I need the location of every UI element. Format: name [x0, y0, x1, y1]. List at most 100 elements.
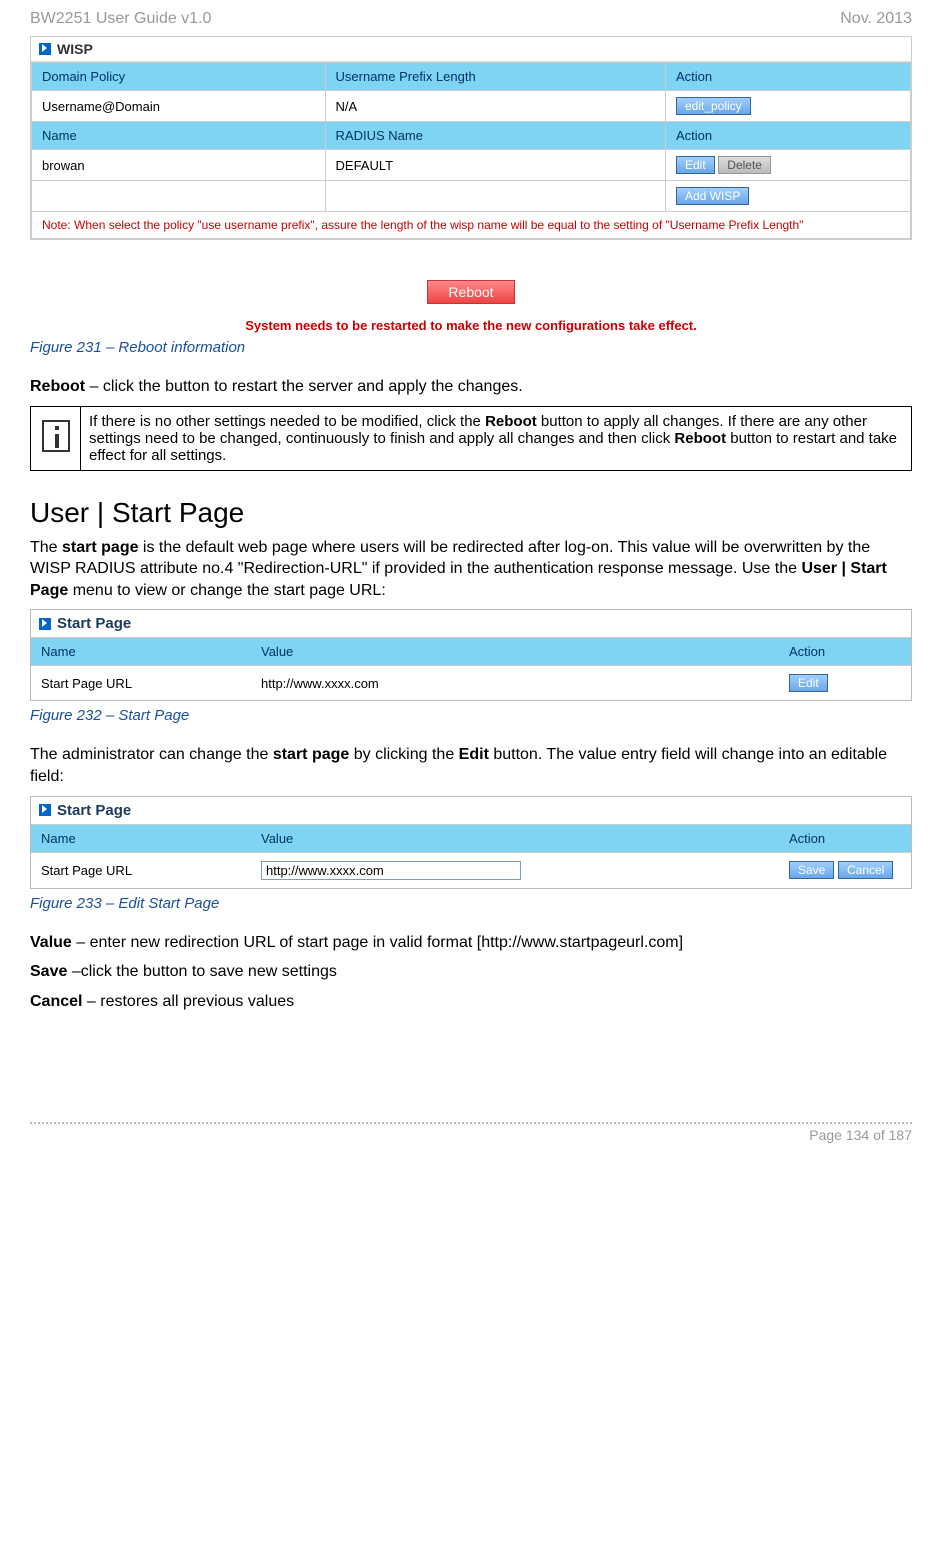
col-radius-name: RADIUS Name	[325, 122, 665, 150]
page-header: BW2251 User Guide v1.0 Nov. 2013	[30, 10, 912, 28]
cancel-line: Cancel – restores all previous values	[30, 991, 912, 1013]
col-domain-policy: Domain Policy	[32, 63, 326, 91]
info-text: If there is no other settings needed to …	[81, 406, 912, 470]
table-row: Add WISP	[32, 181, 911, 212]
editintro-a: The administrator can change the	[30, 746, 273, 763]
editintro-d: Edit	[459, 746, 489, 763]
info-text-a: If there is no other settings needed to …	[89, 413, 485, 430]
info-icon	[42, 420, 70, 452]
save-line: Save –click the button to save new setti…	[30, 961, 912, 983]
cell-action: Edit	[779, 666, 911, 701]
edit-policy-button[interactable]: edit_policy	[676, 97, 751, 115]
table-row: Start Page URL http://www.xxxx.com Edit	[31, 666, 911, 701]
col-action: Action	[665, 122, 910, 150]
editintro-b: start page	[273, 746, 349, 763]
page-footer: Page 134 of 187	[30, 1122, 912, 1143]
doc-date: Nov. 2013	[840, 10, 912, 28]
col-name: Name	[31, 825, 251, 853]
col-value: Value	[251, 638, 779, 666]
reboot-area: Reboot System needs to be restarted to m…	[30, 280, 912, 333]
table-row: Start Page URL Save Cancel	[31, 852, 911, 888]
table-header-row: Name Value Action	[31, 825, 911, 853]
cell-add: Add WISP	[665, 181, 910, 212]
edit-intro: The administrator can change the start p…	[30, 744, 912, 787]
reboot-rest: – click the button to restart the server…	[85, 378, 523, 395]
figure-232-caption: Figure 232 – Start Page	[30, 707, 912, 724]
reboot-description: Reboot – click the button to restart the…	[30, 376, 912, 398]
value-rest: – enter new redirection URL of start pag…	[72, 934, 683, 951]
cell-name: browan	[32, 150, 326, 181]
cell-name: Start Page URL	[31, 852, 251, 888]
cell-value	[251, 852, 779, 888]
info-box: If there is no other settings needed to …	[30, 406, 912, 471]
cell-action: edit_policy	[665, 91, 910, 122]
reboot-button[interactable]: Reboot	[427, 280, 514, 304]
figure-233-caption: Figure 233 – Edit Start Page	[30, 895, 912, 912]
table-header-row: Name RADIUS Name Action	[32, 122, 911, 150]
value-bold: Value	[30, 934, 72, 951]
editintro-c: by clicking the	[349, 746, 458, 763]
table-header-row: Domain Policy Username Prefix Length Act…	[32, 63, 911, 91]
cell-action: Save Cancel	[779, 852, 911, 888]
page-number: Page 134 of 187	[30, 1127, 912, 1143]
cell-radius-name: DEFAULT	[325, 150, 665, 181]
value-line: Value – enter new redirection URL of sta…	[30, 932, 912, 954]
info-icon-cell	[31, 406, 81, 470]
reboot-bold: Reboot	[30, 378, 85, 395]
arrow-icon	[39, 618, 51, 630]
cancel-button[interactable]: Cancel	[838, 861, 893, 879]
wisp-note: Note: When select the policy "use userna…	[32, 212, 911, 239]
table-row: browan DEFAULT Edit Delete	[32, 150, 911, 181]
cell-value: http://www.xxxx.com	[251, 666, 779, 701]
figure-231-caption: Figure 231 – Reboot information	[30, 339, 912, 356]
startpage-table: Name Value Action Start Page URL http://…	[31, 638, 911, 700]
doc-title: BW2251 User Guide v1.0	[30, 10, 211, 28]
startpage-intro: The start page is the default web page w…	[30, 537, 912, 602]
cell-prefix-length: N/A	[325, 91, 665, 122]
cancel-bold: Cancel	[30, 993, 82, 1010]
wisp-table: Domain Policy Username Prefix Length Act…	[31, 62, 911, 239]
delete-button[interactable]: Delete	[718, 156, 771, 174]
startpage-edit-table: Name Value Action Start Page URL Save Ca…	[31, 825, 911, 888]
col-action: Action	[665, 63, 910, 91]
add-wisp-button[interactable]: Add WISP	[676, 187, 749, 205]
intro-c: is the default web page where users will…	[30, 539, 870, 578]
cell-name: Start Page URL	[31, 666, 251, 701]
startpage-panel: Start Page Name Value Action Start Page …	[30, 609, 912, 701]
table-row: Username@Domain N/A edit_policy	[32, 91, 911, 122]
startpage-url-input[interactable]	[261, 861, 521, 880]
info-text-b: Reboot	[485, 413, 537, 430]
table-header-row: Name Value Action	[31, 638, 911, 666]
intro-e: menu to view or change the start page UR…	[68, 582, 386, 599]
col-name: Name	[32, 122, 326, 150]
edit-button[interactable]: Edit	[676, 156, 715, 174]
save-button[interactable]: Save	[789, 861, 834, 879]
startpage-edit-panel: Start Page Name Value Action Start Page …	[30, 796, 912, 889]
reboot-message: System needs to be restarted to make the…	[30, 318, 912, 333]
startpage-header: Start Page	[31, 610, 911, 638]
wisp-panel-title: WISP	[31, 37, 911, 62]
col-action: Action	[779, 638, 911, 666]
info-text-d: Reboot	[674, 430, 726, 447]
save-rest: –click the button to save new settings	[67, 963, 336, 980]
intro-b: start page	[62, 539, 138, 556]
save-bold: Save	[30, 963, 67, 980]
cell-action: Edit Delete	[665, 150, 910, 181]
col-name: Name	[31, 638, 251, 666]
col-value: Value	[251, 825, 779, 853]
startpage-title: Start Page	[57, 615, 131, 632]
cell-domain-policy: Username@Domain	[32, 91, 326, 122]
cancel-rest: – restores all previous values	[82, 993, 294, 1010]
col-action: Action	[779, 825, 911, 853]
arrow-icon	[39, 804, 51, 816]
startpage-header: Start Page	[31, 797, 911, 825]
edit-button[interactable]: Edit	[789, 674, 828, 692]
startpage-title: Start Page	[57, 802, 131, 819]
col-prefix-length: Username Prefix Length	[325, 63, 665, 91]
intro-a: The	[30, 539, 62, 556]
footer-divider	[30, 1122, 912, 1124]
arrow-icon	[39, 43, 51, 55]
section-heading: User | Start Page	[30, 497, 912, 529]
wisp-panel: WISP Domain Policy Username Prefix Lengt…	[30, 36, 912, 240]
note-row: Note: When select the policy "use userna…	[32, 212, 911, 239]
